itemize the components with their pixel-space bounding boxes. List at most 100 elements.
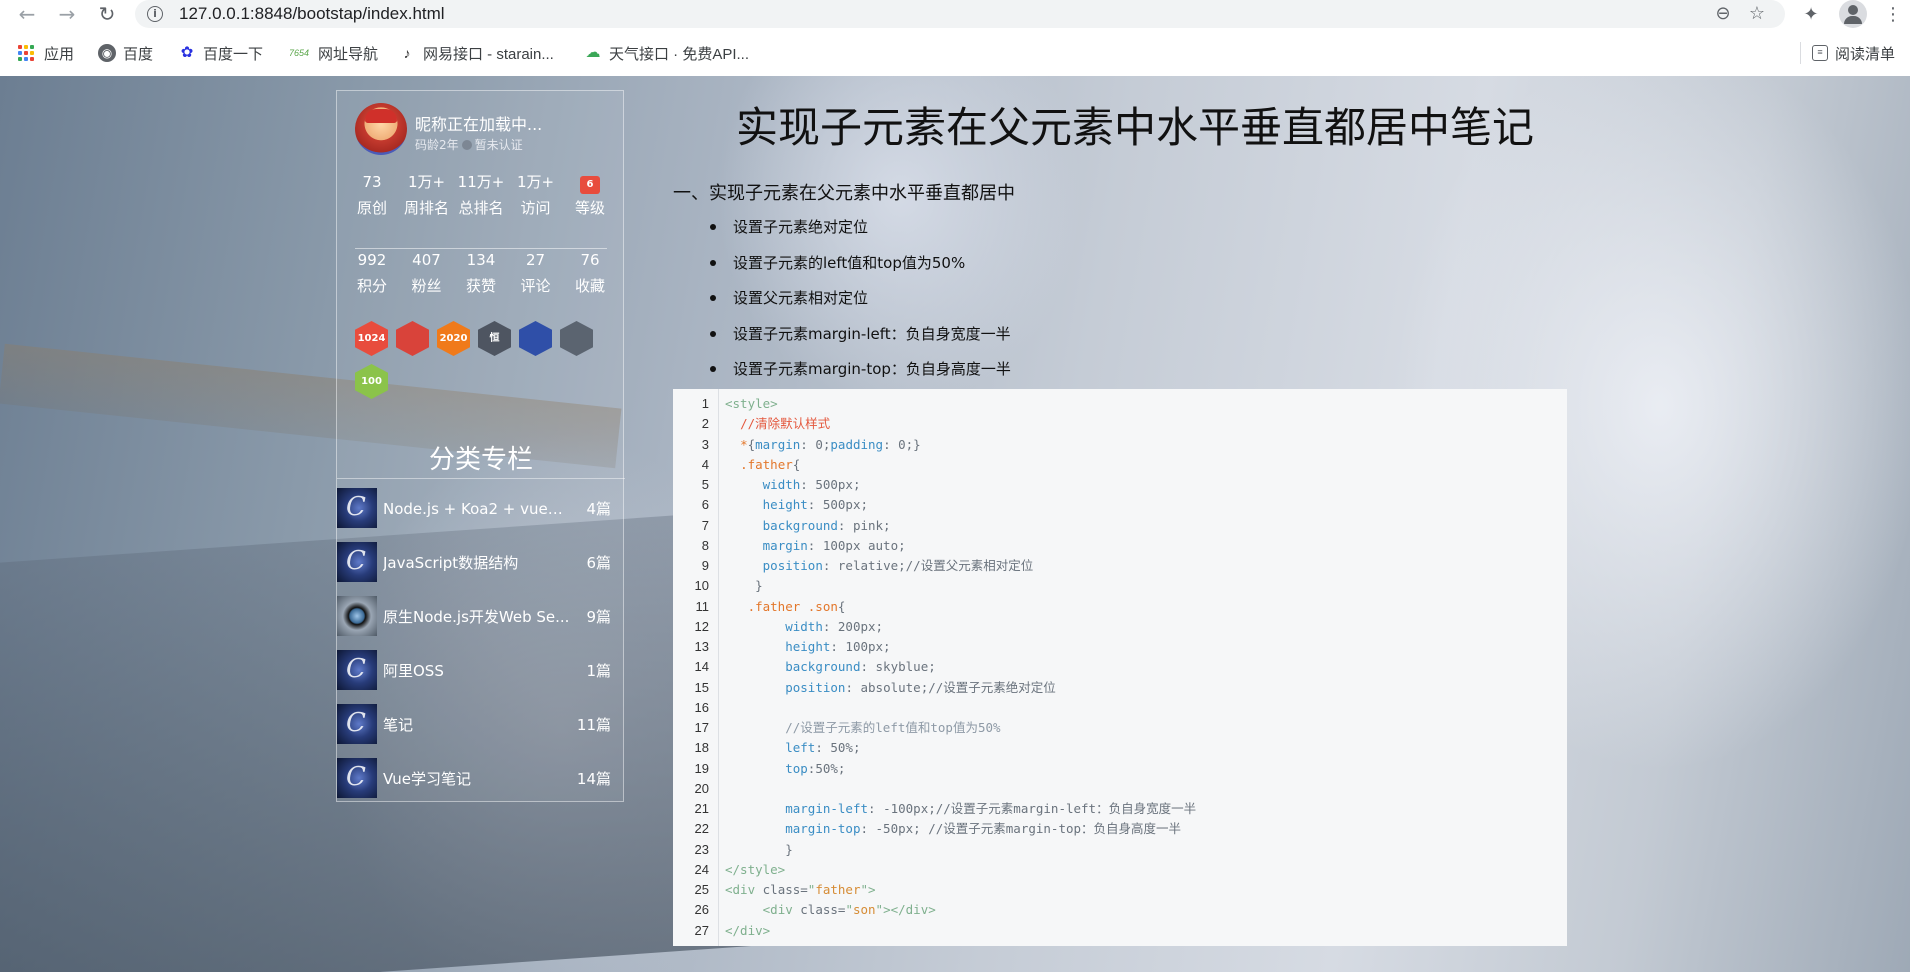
code-token: position bbox=[762, 558, 823, 573]
weather-icon: ☁ bbox=[585, 44, 601, 61]
code-block[interactable]: 1 <style> 2 //清除默认样式 3 *{margin: 0;padding:… bbox=[673, 389, 1567, 946]
code-line: 7 background: pink; bbox=[673, 516, 1567, 536]
zoom-icon[interactable]: ⊖ bbox=[1711, 2, 1735, 26]
badge-2020-icon[interactable]: 2020 bbox=[437, 321, 470, 356]
stat-total-rank[interactable]: 11万+ 总排名 bbox=[454, 171, 508, 218]
bookmark-nav[interactable]: 7654 网址导航 bbox=[287, 41, 378, 65]
badge-100-icon[interactable]: 100 bbox=[355, 364, 388, 399]
stat-week-rank[interactable]: 1万+ 周排名 bbox=[400, 171, 454, 218]
line-number: 24 bbox=[694, 861, 709, 877]
line-number: 6 bbox=[701, 497, 709, 513]
stat-level[interactable]: 6 等级 bbox=[563, 171, 617, 218]
bookmarks-separator bbox=[1800, 42, 1801, 64]
code-token: <div bbox=[725, 882, 763, 897]
reading-list-icon: ≡ bbox=[1812, 45, 1828, 61]
code-token: height bbox=[762, 497, 808, 513]
bookmark-apps[interactable]: 应用 bbox=[18, 41, 74, 65]
code-line: 23 } bbox=[673, 840, 1567, 860]
avatar[interactable] bbox=[355, 103, 407, 155]
line-number: 9 bbox=[701, 558, 709, 573]
code-token: background bbox=[762, 517, 838, 533]
column-item[interactable]: JavaScript数据结构 6篇 bbox=[337, 535, 625, 589]
code-token: width bbox=[785, 618, 823, 634]
stat-points[interactable]: 992 积分 bbox=[345, 249, 399, 296]
code-token: : 200px; bbox=[822, 618, 884, 634]
code-token: : absolute;//设置子元素绝对定位 bbox=[845, 679, 1056, 695]
code-line: 13 height: 100px; bbox=[673, 637, 1567, 657]
bookmark-netease[interactable]: ♪ 网易接口 - starain... bbox=[398, 41, 554, 65]
code-token: <style> bbox=[725, 396, 778, 411]
column-item[interactable]: 阿里OSS 1篇 bbox=[337, 643, 625, 697]
address-bar[interactable]: i 127.0.0.1:8848/bootstap/index.html ⊖ ☆ bbox=[135, 0, 1785, 28]
stat-original[interactable]: 73 原创 bbox=[345, 171, 399, 218]
code-text: margin-left: -100px;//设置子元素margin-left：负… bbox=[725, 799, 1196, 819]
line-number: 4 bbox=[701, 456, 709, 472]
line-number: 14 bbox=[694, 659, 709, 675]
column-thumbnail bbox=[337, 488, 377, 528]
code-token: } bbox=[755, 578, 763, 594]
code-token: " bbox=[845, 902, 853, 918]
stat-favorites[interactable]: 76 收藏 bbox=[563, 249, 617, 296]
bookmark-baidu-search[interactable]: ✿ 百度一下 bbox=[178, 41, 263, 65]
column-item[interactable]: Node.js + Koa2 + vue全... 4篇 bbox=[337, 481, 625, 535]
nickname[interactable]: 昵称正在加载中... bbox=[415, 111, 542, 135]
code-text: } bbox=[725, 576, 763, 596]
code-text: left: 50%; bbox=[725, 738, 860, 758]
profile-avatar-icon[interactable] bbox=[1839, 0, 1867, 28]
bookmark-star-icon[interactable]: ☆ bbox=[1745, 2, 1769, 26]
stat-visits[interactable]: 1万+ 访问 bbox=[509, 171, 563, 218]
stat-fans[interactable]: 407 粉丝 bbox=[400, 249, 454, 296]
code-line: 5 width: 500px; bbox=[673, 475, 1567, 495]
url-text[interactable]: 127.0.0.1:8848/bootstap/index.html bbox=[179, 4, 445, 24]
code-token: father bbox=[815, 882, 861, 897]
code-line: 11 .father .son{ bbox=[673, 597, 1567, 617]
line-number: 19 bbox=[694, 760, 709, 776]
code-token: : 0;} bbox=[883, 436, 921, 452]
code-line: 14 background: skyblue; bbox=[673, 657, 1567, 677]
netease-icon: ♪ bbox=[403, 45, 411, 61]
line-number: 12 bbox=[694, 618, 709, 634]
code-line: 6 height: 500px; bbox=[673, 495, 1567, 515]
reading-list[interactable]: ≡ 阅读清单 bbox=[1812, 41, 1895, 65]
back-arrow-icon[interactable]: ← bbox=[14, 2, 40, 28]
stat-likes[interactable]: 134 获赞 bbox=[454, 249, 508, 296]
code-token: top bbox=[785, 760, 808, 776]
line-number: 2 bbox=[701, 416, 709, 432]
site-info-icon[interactable]: i bbox=[147, 6, 163, 22]
bookmark-baidu[interactable]: ◉ 百度 bbox=[98, 41, 153, 65]
code-token: "></div> bbox=[875, 902, 936, 918]
badge-1024-icon[interactable]: 1024 bbox=[355, 321, 388, 356]
menu-kebab-icon[interactable]: ⋮ bbox=[1880, 2, 1906, 28]
stat-comments[interactable]: 27 评论 bbox=[509, 249, 563, 296]
code-text: margin-top: -50px; //设置子元素margin-top：负自身… bbox=[725, 819, 1181, 839]
line-number: 18 bbox=[694, 740, 709, 756]
forward-arrow-icon[interactable]: → bbox=[54, 2, 80, 28]
code-text: .father .son{ bbox=[725, 597, 846, 617]
column-item[interactable]: 原生Node.js开发Web Se... 9篇 bbox=[337, 589, 625, 643]
badge-persistence-icon[interactable]: 恒 bbox=[478, 321, 511, 356]
badge-github-icon[interactable] bbox=[560, 321, 593, 356]
code-token: //清除默认样式 bbox=[740, 416, 831, 432]
code-token: class= bbox=[762, 882, 808, 897]
list-item: 设置子元素的left值和top值为50% bbox=[710, 252, 1011, 288]
code-token: //设置子元素的left值和top值为50% bbox=[785, 720, 1001, 735]
code-token: : 100px auto; bbox=[807, 537, 906, 553]
column-item[interactable]: 笔记 11篇 bbox=[337, 697, 625, 751]
extensions-puzzle-icon[interactable]: ✦ bbox=[1798, 2, 1824, 28]
badge-monkey-icon[interactable] bbox=[396, 321, 429, 356]
code-token: :50%; bbox=[807, 760, 846, 776]
reload-icon[interactable]: ↻ bbox=[94, 2, 120, 28]
badge-rocket-icon[interactable] bbox=[519, 321, 552, 356]
bookmark-weather[interactable]: ☁ 天气接口 · 免费API... bbox=[584, 41, 750, 65]
column-item[interactable]: Vue学习笔记 14篇 bbox=[337, 751, 625, 805]
code-token: : pink; bbox=[837, 517, 891, 533]
line-number: 23 bbox=[694, 841, 709, 857]
